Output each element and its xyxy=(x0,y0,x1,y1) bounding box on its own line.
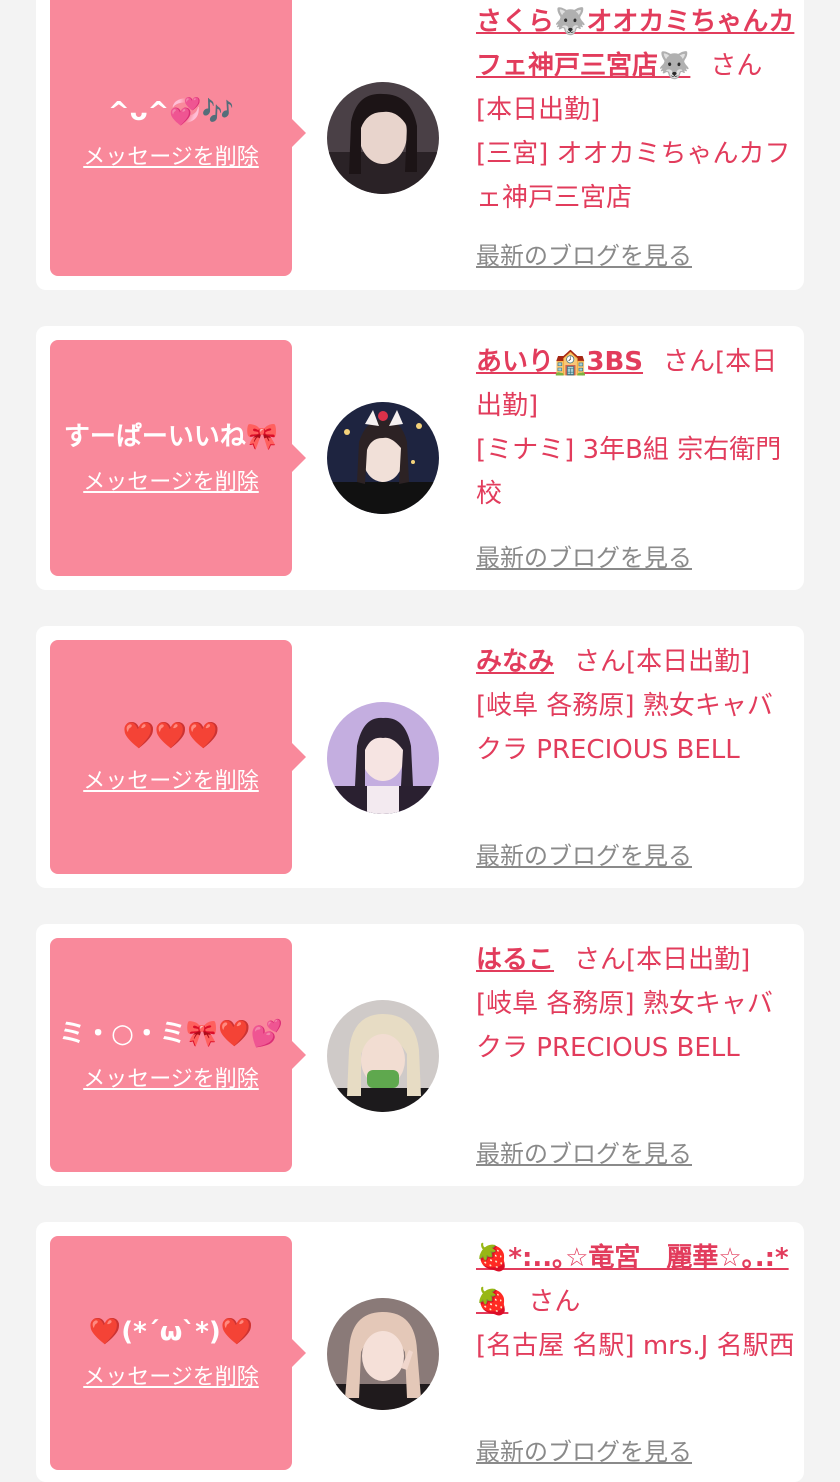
girl-info: 🍓*:..｡☆竜宮 麗華☆｡.:*🍓 さん [名古屋 名駅] mrs.J 名駅西 xyxy=(476,1236,796,1368)
shop-info: [三宮] オオカミちゃんカフェ神戸三宮店 xyxy=(476,139,791,213)
latest-blog-link[interactable]: 最新のブログを見る xyxy=(476,1134,692,1169)
avatar[interactable] xyxy=(327,1298,439,1410)
avatar[interactable] xyxy=(327,1000,439,1112)
list-item: ❤️❤️❤️ メッセージを削除 みなみ さん[本日出勤] [岐阜 各務原] 熟女キ… xyxy=(36,626,804,888)
list-item: ミ・○・ミ🎀❤️💕 メッセージを削除 はるこ さん[本日出勤] [岐阜 各務原] … xyxy=(36,924,804,1186)
status-badge: [本日出勤] xyxy=(626,647,751,677)
honorific: さん xyxy=(528,1287,581,1317)
latest-blog-link[interactable]: 最新のブログを見る xyxy=(476,1432,692,1467)
honorific: さん xyxy=(710,51,763,81)
girl-info: あいり🏫3BS さん[本日出勤] [ミナミ] 3年B組 宗右衛門校 xyxy=(476,340,796,516)
status-badge: [本日出勤] xyxy=(476,95,601,125)
girl-name-link[interactable]: みなみ xyxy=(476,647,554,677)
girl-info: みなみ さん[本日出勤] [岐阜 各務原] 熟女キャバクラ PRECIOUS BE… xyxy=(476,640,796,772)
message-text: ❤️(*´ω`*)❤️ xyxy=(88,1317,254,1347)
status-badge: [本日出勤] xyxy=(626,945,751,975)
list-item: ^ᴗ^💞🎶 メッセージを削除 さくら🐺オオカミちゃんカフェ神戸三宮店🐺 さん[本日… xyxy=(36,0,804,290)
favorite-list: ^ᴗ^💞🎶 メッセージを削除 さくら🐺オオカミちゃんカフェ神戸三宮店🐺 さん[本日… xyxy=(0,0,840,1482)
delete-message-link[interactable]: メッセージを削除 xyxy=(83,464,259,496)
honorific: さん xyxy=(574,945,627,975)
message-bubble: ❤️❤️❤️ メッセージを削除 xyxy=(50,640,306,874)
avatar[interactable] xyxy=(327,702,439,814)
latest-blog-link[interactable]: 最新のブログを見る xyxy=(476,236,692,271)
delete-message-link[interactable]: メッセージを削除 xyxy=(83,1359,259,1391)
girl-name-link[interactable]: あいり🏫3BS xyxy=(476,347,643,377)
honorific: さん xyxy=(574,647,627,677)
message-bubble: すーぱーいいね🎀 メッセージを削除 xyxy=(50,340,306,576)
girl-name-link[interactable]: はるこ xyxy=(476,945,554,975)
shop-info: [岐阜 各務原] 熟女キャバクラ PRECIOUS BELL xyxy=(476,989,773,1063)
message-bubble: ミ・○・ミ🎀❤️💕 メッセージを削除 xyxy=(50,938,306,1172)
girl-name-link[interactable]: 🍓*:..｡☆竜宮 麗華☆｡.:*🍓 xyxy=(476,1243,789,1317)
message-text: ^ᴗ^💞🎶 xyxy=(107,97,235,127)
avatar[interactable] xyxy=(327,82,439,194)
delete-message-link[interactable]: メッセージを削除 xyxy=(83,1061,259,1093)
delete-message-link[interactable]: メッセージを削除 xyxy=(83,763,259,795)
shop-info: [ミナミ] 3年B組 宗右衛門校 xyxy=(476,435,782,509)
honorific: さん xyxy=(663,347,716,377)
latest-blog-link[interactable]: 最新のブログを見る xyxy=(476,538,692,573)
girl-info: はるこ さん[本日出勤] [岐阜 各務原] 熟女キャバクラ PRECIOUS BE… xyxy=(476,938,796,1070)
message-text: ❤️❤️❤️ xyxy=(122,721,220,751)
latest-blog-link[interactable]: 最新のブログを見る xyxy=(476,836,692,871)
message-bubble: ^ᴗ^💞🎶 メッセージを削除 xyxy=(50,0,306,276)
list-item: すーぱーいいね🎀 メッセージを削除 あいり🏫3BS さん[本日出勤] [ミナミ] … xyxy=(36,326,804,590)
message-bubble: ❤️(*´ω`*)❤️ メッセージを削除 xyxy=(50,1236,306,1470)
girl-info: さくら🐺オオカミちゃんカフェ神戸三宮店🐺 さん[本日出勤] [三宮] オオカミちゃ… xyxy=(476,0,796,220)
list-item: ❤️(*´ω`*)❤️ メッセージを削除 🍓*:..｡☆竜宮 麗華☆｡.:*🍓 さ… xyxy=(36,1222,804,1482)
shop-info: [岐阜 各務原] 熟女キャバクラ PRECIOUS BELL xyxy=(476,691,773,765)
message-text: すーぱーいいね🎀 xyxy=(63,422,279,452)
delete-message-link[interactable]: メッセージを削除 xyxy=(83,139,259,171)
message-text: ミ・○・ミ🎀❤️💕 xyxy=(59,1019,283,1049)
shop-info: [名古屋 名駅] mrs.J 名駅西 xyxy=(476,1331,795,1361)
avatar[interactable] xyxy=(327,402,439,514)
